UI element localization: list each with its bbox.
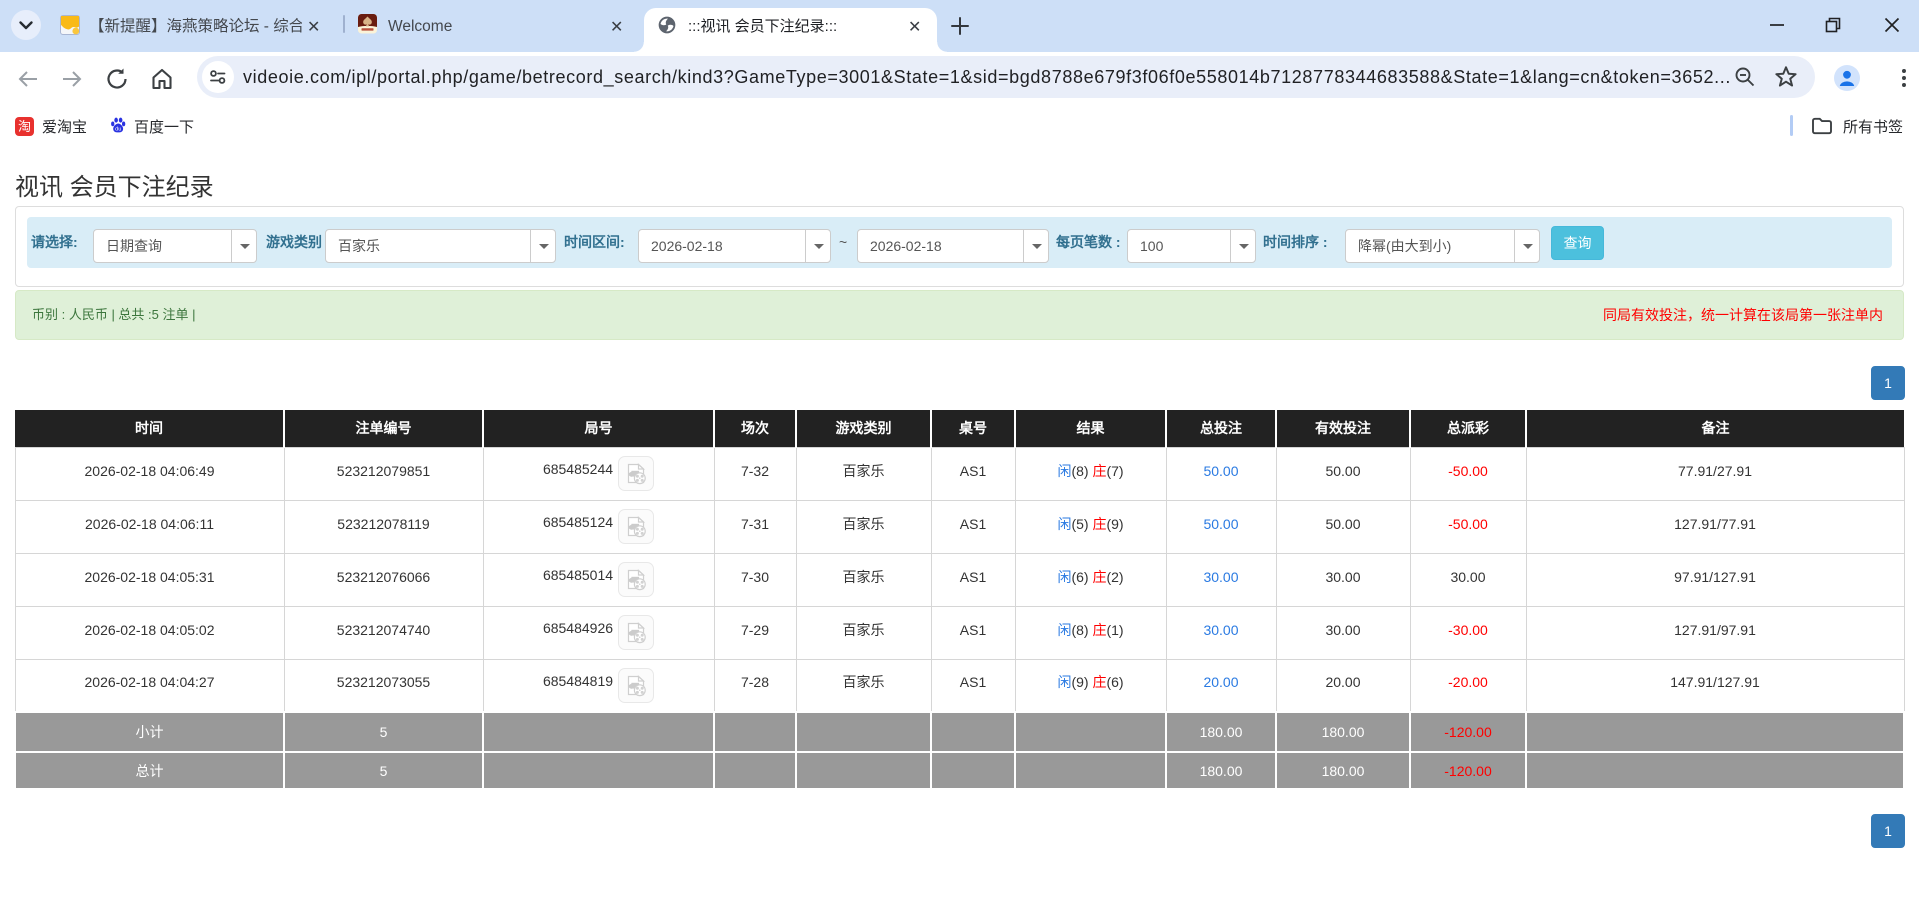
svg-text:du: du bbox=[115, 126, 121, 132]
